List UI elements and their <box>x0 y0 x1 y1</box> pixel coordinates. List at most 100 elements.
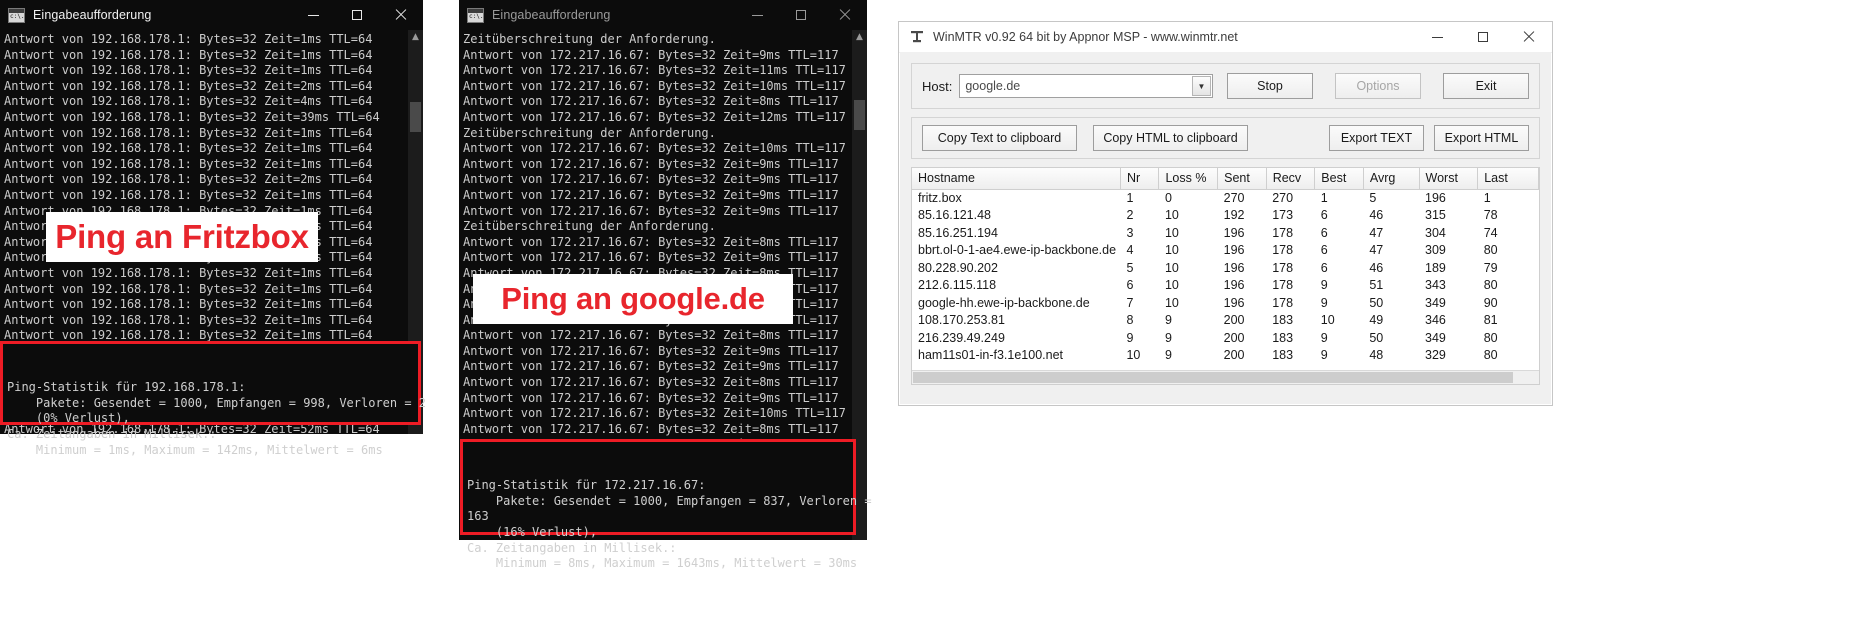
table-cell: 196 <box>1223 225 1245 240</box>
column-header[interactable]: Nr <box>1120 168 1160 190</box>
table-row[interactable]: 80.228.90.202 5 10 196 178 6 46 189 79 <box>912 260 1539 278</box>
winmtr-window[interactable]: WinMTR v0.92 64 bit by Appnor MSP - www.… <box>898 21 1553 406</box>
table-cell: 0 <box>1164 190 1172 205</box>
table-cell: 1 <box>1483 190 1491 205</box>
table-cell: 50 <box>1369 295 1384 310</box>
column-header[interactable]: Avrg <box>1363 168 1420 190</box>
column-header[interactable]: Best <box>1314 168 1364 190</box>
table-cell: 80 <box>1483 243 1498 257</box>
table-cell: 80 <box>1483 330 1498 345</box>
cmd-window-google[interactable]: Eingabeaufforderung Zeitüberschreitung d… <box>459 0 872 570</box>
console-line: Antwort von 172.217.16.67: Bytes=32 Zeit… <box>463 328 839 343</box>
table-cell: 6 <box>1320 260 1328 275</box>
cmd-window-fritzbox[interactable]: Eingabeaufforderung Antwort von 192.168.… <box>0 0 426 457</box>
console-line: Zeitüberschreitung der Anforderung. <box>463 219 716 234</box>
statistics-line: Ca. Zeitangaben in Millisek.: <box>467 540 677 555</box>
table-cell: 3 <box>1126 225 1134 240</box>
minimize-button[interactable] <box>1414 22 1460 53</box>
table-cell: 9 <box>1320 330 1328 345</box>
winmtr-results-table[interactable]: Hostname Nr Loss % Sent Recv Best Avrg Worst Las… <box>911 167 1540 385</box>
table-row[interactable]: 85.16.251.194 3 10 196 178 6 47 304 74 <box>912 225 1539 243</box>
scroll-up-arrow[interactable]: ▲ <box>852 30 867 44</box>
table-row[interactable]: google-hh.ewe-ip-backbone.de 7 10 196 178 9 50… <box>912 295 1539 313</box>
host-combobox[interactable]: google.de ▼ <box>959 74 1213 98</box>
table-cell: 200 <box>1223 348 1245 362</box>
traceroute-table: Hostname Nr Loss % Sent Recv Best Avrg Worst Las… <box>912 168 1539 365</box>
scroll-thumb[interactable] <box>854 100 865 130</box>
close-button[interactable] <box>1506 22 1552 53</box>
cmd-fritzbox-titlebar[interactable]: Eingabeaufforderung <box>0 0 423 30</box>
table-cell: 5 <box>1126 260 1134 275</box>
statistics-line: 163 <box>467 509 489 524</box>
export-text-button[interactable]: Export TEXT <box>1329 125 1424 151</box>
table-row[interactable]: ham11s01-in-f3.1e100.net 10 9 200 183 9 48 329 8… <box>912 347 1539 365</box>
statistics-line: Ca. Zeitangaben in Millisek.: <box>7 426 217 441</box>
table-cell: 9 <box>1164 313 1172 327</box>
table-cell: 183 <box>1272 348 1294 362</box>
console-line: Antwort von 172.217.16.67: Bytes=32 Zeit… <box>463 47 839 62</box>
table-cell: 4 <box>1126 243 1134 257</box>
callout-fritzbox-label: Ping an Fritzbox <box>55 218 309 255</box>
column-header[interactable]: Hostname <box>912 168 1121 190</box>
scroll-thumb[interactable] <box>913 372 1513 383</box>
minimize-button[interactable] <box>735 0 779 30</box>
console-line: Antwort von 192.168.178.1: Bytes=32 Zeit… <box>4 94 373 109</box>
scroll-thumb[interactable] <box>410 102 421 132</box>
table-cell: 196 <box>1223 243 1245 257</box>
table-cell: 346 <box>1425 313 1446 327</box>
column-header[interactable]: Loss % <box>1158 168 1219 190</box>
table-cell: 10 <box>1164 208 1179 222</box>
table-row[interactable]: bbrt.ol-0-1-ae4.ewe-ip-backbone.de 4 10 196… <box>912 242 1539 260</box>
console-line: Antwort von 192.168.178.1: Bytes=32 Zeit… <box>4 63 373 78</box>
column-header[interactable]: Sent <box>1217 168 1267 190</box>
table-cell: 343 <box>1425 278 1446 292</box>
callout-ping-fritzbox: Ping an Fritzbox <box>46 212 318 262</box>
winmtr-clipboard-panel: Copy Text to clipboard Copy HTML to clip… <box>911 117 1540 159</box>
table-cell: 178 <box>1272 295 1294 310</box>
winmtr-host-panel: Host: google.de ▼ Stop Options Exit <box>911 63 1540 109</box>
stop-button[interactable]: Stop <box>1227 73 1313 99</box>
table-cell: 10 <box>1320 313 1335 327</box>
table-cell: ham11s01-in-f3.1e100.net <box>918 348 1064 362</box>
statistics-line: (16% Verlust), <box>467 524 598 539</box>
table-row[interactable]: 85.16.121.48 2 10 192 173 6 46 315 78 <box>912 207 1539 225</box>
table-cell: 2 <box>1126 208 1134 222</box>
table-cell: 1 <box>1320 190 1328 205</box>
console-line: Antwort von 172.217.16.67: Bytes=32 Zeit… <box>463 63 846 78</box>
chevron-down-icon[interactable]: ▼ <box>1192 76 1211 96</box>
column-header[interactable]: Recv <box>1266 168 1316 190</box>
maximize-button[interactable] <box>1460 22 1506 53</box>
table-horizontal-scrollbar[interactable] <box>912 370 1539 384</box>
table-cell: 80 <box>1483 278 1498 292</box>
close-button[interactable] <box>379 0 423 30</box>
close-button[interactable] <box>823 0 867 30</box>
table-cell: 183 <box>1272 313 1294 327</box>
maximize-button[interactable] <box>335 0 379 30</box>
table-cell: 6 <box>1126 278 1134 292</box>
table-row[interactable]: 108.170.253.81 8 9 200 183 10 49 346 81 <box>912 312 1539 330</box>
table-row[interactable]: 212.6.115.118 6 10 196 178 9 51 343 80 <box>912 277 1539 295</box>
exit-button[interactable]: Exit <box>1443 73 1529 99</box>
table-cell: 183 <box>1272 330 1294 345</box>
scroll-up-arrow[interactable]: ▲ <box>408 30 423 44</box>
table-row[interactable]: fritz.box 1 0 270 270 1 5 196 1 <box>912 189 1539 207</box>
cmd-google-titlebar[interactable]: Eingabeaufforderung <box>459 0 867 30</box>
minimize-button[interactable] <box>291 0 335 30</box>
column-header[interactable]: Last <box>1477 168 1539 190</box>
host-label: Host: <box>922 78 953 94</box>
table-row[interactable]: 216.239.49.249 9 9 200 183 9 50 349 80 <box>912 330 1539 348</box>
callout-google-label: Ping an google.de <box>501 281 765 316</box>
console-line: Antwort von 192.168.178.1: Bytes=32 Zeit… <box>4 125 373 140</box>
table-cell: 10 <box>1164 225 1179 240</box>
copy-html-to-clipboard-button[interactable]: Copy HTML to clipboard <box>1093 125 1248 151</box>
maximize-button[interactable] <box>779 0 823 30</box>
options-button[interactable]: Options <box>1335 73 1421 99</box>
export-html-button[interactable]: Export HTML <box>1434 125 1529 151</box>
column-header[interactable]: Worst <box>1419 168 1479 190</box>
console-line: Antwort von 172.217.16.67: Bytes=32 Zeit… <box>463 141 846 156</box>
copy-text-to-clipboard-button[interactable]: Copy Text to clipboard <box>922 125 1077 151</box>
table-cell: 48 <box>1369 348 1384 362</box>
winmtr-titlebar[interactable]: WinMTR v0.92 64 bit by Appnor MSP - www.… <box>899 22 1552 53</box>
table-cell: google-hh.ewe-ip-backbone.de <box>918 295 1090 310</box>
table-cell: 5 <box>1369 190 1377 205</box>
